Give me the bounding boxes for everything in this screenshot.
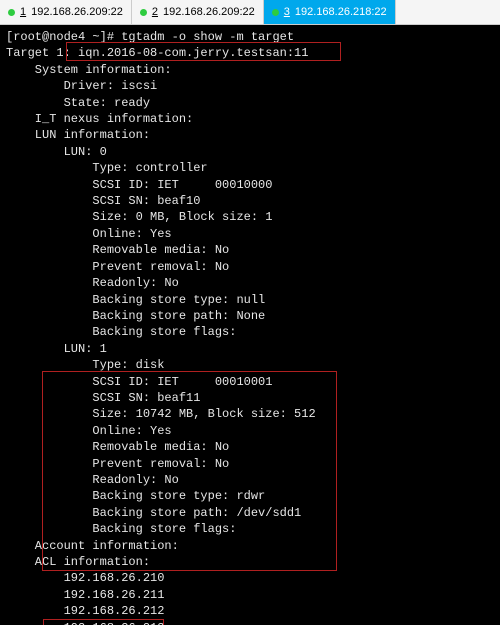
line: 192.168.26.211 <box>6 588 164 602</box>
tab-label: 192.168.26.218:22 <box>295 6 387 18</box>
line: Account information: <box>6 539 179 553</box>
tab-bar: 1 192.168.26.209:22 2 192.168.26.209:22 … <box>0 0 500 25</box>
line: Prevent removal: No <box>6 457 229 471</box>
line: Online: Yes <box>6 227 172 241</box>
line: Backing store path: /dev/sdd1 <box>6 506 301 520</box>
line: LUN: 0 <box>6 145 107 159</box>
tab-number: 3 <box>284 6 290 18</box>
line: I_T nexus information: <box>6 112 193 126</box>
line: Readonly: No <box>6 276 179 290</box>
status-dot-icon <box>8 9 15 16</box>
line: SCSI ID: IET 00010000 <box>6 178 272 192</box>
line: Prevent removal: No <box>6 260 229 274</box>
tab-number: 2 <box>152 6 158 18</box>
line: 192.168.26.213 <box>6 621 164 625</box>
line: LUN: 1 <box>6 342 107 356</box>
line: Driver: iscsi <box>6 79 157 93</box>
terminal-output[interactable]: [root@node4 ~]# tgtadm -o show -m target… <box>0 25 500 625</box>
command-text: tgtadm -o show -m target <box>121 30 294 44</box>
line: Type: disk <box>6 358 164 372</box>
line: Size: 0 MB, Block size: 1 <box>6 210 272 224</box>
status-dot-icon <box>272 9 279 16</box>
tab-1[interactable]: 1 192.168.26.209:22 <box>0 0 132 24</box>
line: ACL information: <box>6 555 150 569</box>
line: Backing store flags: <box>6 522 236 536</box>
app-window: 1 192.168.26.209:22 2 192.168.26.209:22 … <box>0 0 500 625</box>
line: Backing store type: null <box>6 293 265 307</box>
line: Removable media: No <box>6 440 229 454</box>
line: System information: <box>6 63 172 77</box>
line: SCSI ID: IET 00010001 <box>6 375 272 389</box>
line: 192.168.26.210 <box>6 571 164 585</box>
line: Online: Yes <box>6 424 172 438</box>
line: Readonly: No <box>6 473 179 487</box>
line: Type: controller <box>6 161 208 175</box>
line: Backing store type: rdwr <box>6 489 265 503</box>
tab-number: 1 <box>20 6 26 18</box>
target-line: Target 1: iqn.2016-08-com.jerry.testsan:… <box>6 46 308 60</box>
line: Backing store flags: <box>6 325 236 339</box>
tab-label: 192.168.26.209:22 <box>31 6 123 18</box>
line: LUN information: <box>6 128 150 142</box>
line: Size: 10742 MB, Block size: 512 <box>6 407 316 421</box>
status-dot-icon <box>140 9 147 16</box>
line: Backing store path: None <box>6 309 265 323</box>
line: SCSI SN: beaf11 <box>6 391 200 405</box>
tab-label: 192.168.26.209:22 <box>163 6 255 18</box>
tab-2[interactable]: 2 192.168.26.209:22 <box>132 0 264 24</box>
line: Removable media: No <box>6 243 229 257</box>
line: SCSI SN: beaf10 <box>6 194 200 208</box>
tab-3[interactable]: 3 192.168.26.218:22 <box>264 0 396 24</box>
shell-prompt: [root@node4 ~]# <box>6 30 121 44</box>
line: 192.168.26.212 <box>6 604 164 618</box>
line: State: ready <box>6 96 150 110</box>
